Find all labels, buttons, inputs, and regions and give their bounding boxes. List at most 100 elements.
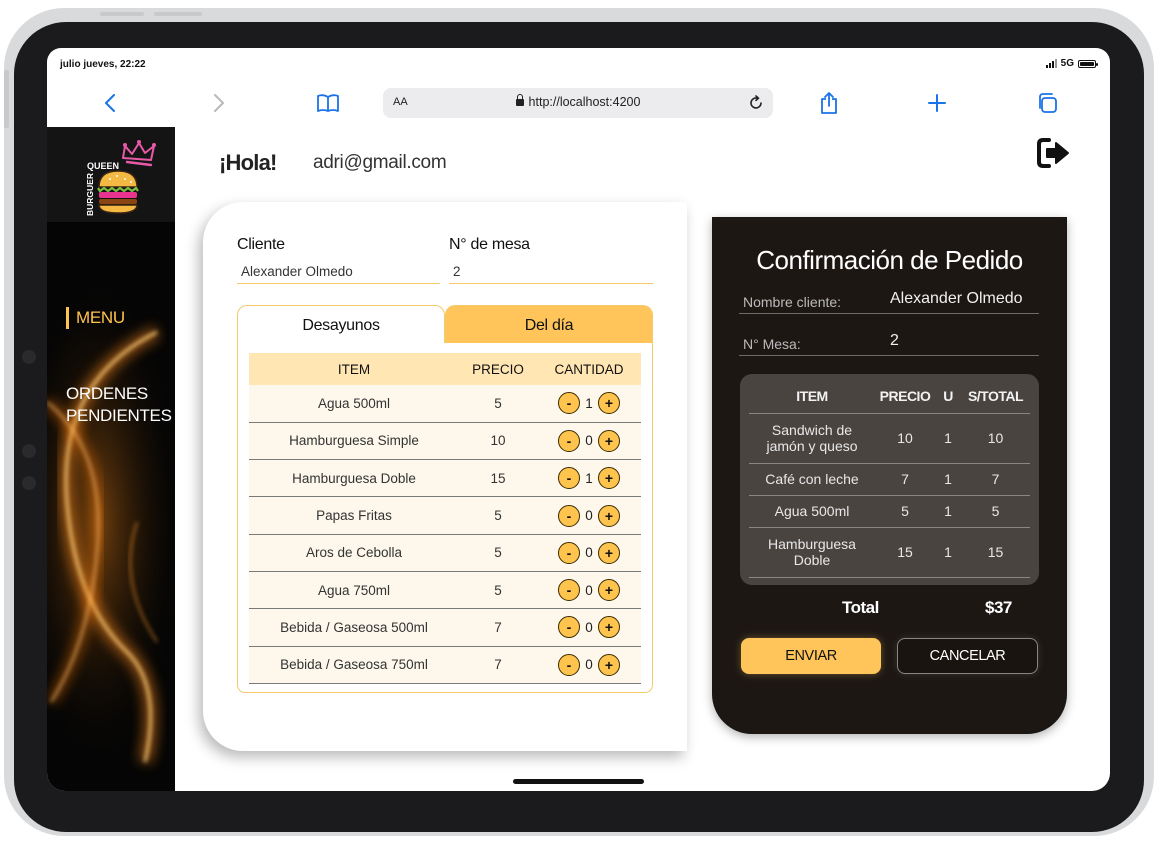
burger-icon — [97, 170, 139, 214]
menu-item-row: Bebida / Gaseosa 750ml 7-0 + — [249, 646, 641, 684]
decrease-quantity-button[interactable]: - — [558, 616, 580, 639]
forward-chevron-icon[interactable] — [204, 88, 234, 118]
cancel-order-button[interactable]: CANCELAR — [897, 638, 1038, 674]
confirmation-title: Confirmación de Pedido — [756, 245, 1023, 275]
summary-table-header: ITEM PRECIO U S/TOTAL — [749, 380, 1030, 414]
quantity-value: 0 — [585, 619, 593, 635]
menu-item-price: 5 — [459, 571, 537, 610]
order-confirmation-panel: Confirmación de Pedido Nombre cliente: A… — [712, 217, 1067, 734]
menu-item-name: Hamburguesa Doble — [249, 459, 459, 498]
client-name-input[interactable] — [237, 260, 440, 284]
increase-quantity-button[interactable]: + — [598, 467, 620, 490]
summary-item-units: 1 — [935, 527, 961, 578]
decrease-quantity-button[interactable]: - — [558, 579, 580, 602]
menu-item-name: Bebida / Gaseosa 750ml — [249, 646, 459, 684]
tab-breakfast[interactable]: Desayunos — [237, 305, 445, 345]
table-number-label: N° de mesa — [449, 236, 530, 253]
menu-table-header: ITEM PRECIO CANTIDAD — [249, 353, 641, 385]
summary-row: Café con leche 7 1 7 — [749, 463, 1030, 496]
summary-item-subtotal: 15 — [961, 527, 1030, 578]
menu-item-price: 7 — [459, 608, 537, 647]
summary-row: Agua 500ml 5 1 5 — [749, 495, 1030, 528]
status-time: julio jueves, 22:22 — [60, 59, 146, 70]
logout-icon[interactable] — [1036, 137, 1072, 169]
burger-queen-logo: QUEEN BURGUER — [47, 127, 175, 222]
increase-quantity-button[interactable]: + — [598, 579, 620, 602]
total-value: $37 — [985, 598, 1012, 617]
menu-item-row: Hamburguesa Simple 10-0 + — [249, 422, 641, 461]
summary-item-subtotal: 5 — [961, 495, 1030, 528]
column-header-quantity: CANTIDAD — [537, 353, 641, 385]
confirmation-client-label: Nombre cliente: — [743, 294, 842, 310]
send-order-button[interactable]: ENVIAR — [741, 638, 881, 674]
menu-item-quantity-cell: -0 + — [537, 646, 641, 684]
quantity-stepper: -1 + — [558, 392, 620, 415]
decrease-quantity-button[interactable]: - — [558, 504, 580, 527]
increase-quantity-button[interactable]: + — [598, 504, 620, 527]
side-button — [4, 70, 9, 128]
summary-item-price: 5 — [875, 495, 935, 528]
decrease-quantity-button[interactable]: - — [558, 429, 580, 452]
menu-item-row: Agua 500ml 5 -1 + — [249, 385, 641, 423]
sensor-dot — [22, 476, 36, 490]
sensor-dot — [22, 444, 36, 458]
address-bar[interactable]: AA http://localhost:4200 — [383, 88, 773, 118]
menu-item-quantity-cell: -0 + — [537, 422, 641, 461]
menu-item-price: 5 — [459, 385, 537, 423]
url-text: http://localhost:4200 — [528, 95, 641, 109]
greeting: ¡Hola! — [219, 150, 277, 175]
summary-column-item: ITEM — [749, 380, 875, 414]
column-header-item: ITEM — [249, 353, 459, 385]
tabs-icon[interactable] — [1032, 88, 1062, 118]
quantity-stepper: -0 + — [558, 504, 620, 527]
crown-icon — [122, 140, 156, 167]
sidebar-item-pending-orders[interactable]: ORDENES PENDIENTES — [66, 383, 172, 427]
decrease-quantity-button[interactable]: - — [558, 541, 580, 564]
status-indicators: 5G — [1045, 58, 1098, 69]
camera-dot — [22, 350, 36, 364]
order-card: Cliente N° de mesa Desayunos Del día ITE… — [203, 202, 687, 751]
summary-item-price: 7 — [875, 463, 935, 496]
confirmation-table-label: N° Mesa: — [743, 336, 801, 352]
back-chevron-icon[interactable] — [95, 88, 125, 118]
summary-item-units: 1 — [935, 463, 961, 496]
summary-column-units: U — [935, 380, 961, 414]
bookmarks-icon[interactable] — [313, 88, 343, 118]
url-display[interactable]: http://localhost:4200 — [383, 94, 773, 109]
decrease-quantity-button[interactable]: - — [558, 653, 580, 676]
increase-quantity-button[interactable]: + — [598, 429, 620, 452]
confirmation-table-value: 2 — [890, 332, 899, 349]
table-number-input[interactable] — [449, 260, 653, 284]
share-icon[interactable] — [814, 88, 844, 118]
summary-item-units: 1 — [935, 495, 961, 528]
decrease-quantity-button[interactable]: - — [558, 392, 580, 415]
logo-text-side: BURGUER — [85, 173, 95, 216]
quantity-value: 0 — [585, 545, 593, 561]
user-email: adri@gmail.com — [313, 152, 447, 173]
quantity-value: 0 — [585, 582, 593, 598]
increase-quantity-button[interactable]: + — [598, 616, 620, 639]
tab-daily[interactable]: Del día — [445, 305, 653, 345]
reload-icon[interactable] — [745, 92, 767, 114]
total-label: Total — [842, 598, 879, 617]
menu-item-name: Bebida / Gaseosa 500ml — [249, 608, 459, 647]
quantity-stepper: -1 + — [558, 467, 620, 490]
home-indicator — [513, 779, 644, 784]
client-label: Cliente — [237, 236, 285, 253]
menu-item-row: Agua 750ml 5-0 + — [249, 571, 641, 610]
new-tab-icon[interactable] — [922, 88, 952, 118]
menu-item-row: Aros de Cebolla 5-0 + — [249, 534, 641, 572]
confirmation-client-value: Alexander Olmedo — [890, 290, 1023, 307]
increase-quantity-button[interactable]: + — [598, 653, 620, 676]
browser-toolbar: AA http://localhost:4200 — [47, 82, 1110, 124]
decrease-quantity-button[interactable]: - — [558, 467, 580, 490]
menu-item-name: Papas Fritas — [249, 496, 459, 535]
summary-row: Hamburguesa Doble 15 1 15 — [749, 527, 1030, 578]
sidebar-item-menu[interactable]: MENU — [66, 307, 125, 329]
menu-item-name: Agua 500ml — [249, 385, 459, 423]
summary-item-price: 10 — [875, 413, 935, 464]
quantity-stepper: -0 + — [558, 541, 620, 564]
increase-quantity-button[interactable]: + — [598, 392, 620, 415]
column-header-price: PRECIO — [459, 353, 537, 385]
increase-quantity-button[interactable]: + — [598, 541, 620, 564]
